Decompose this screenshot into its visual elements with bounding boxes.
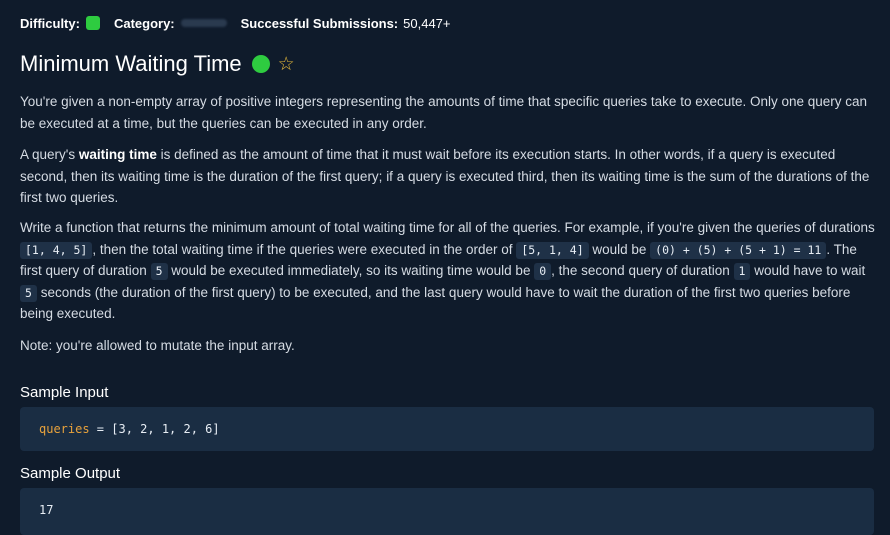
sample-output-value: 17 xyxy=(39,503,54,517)
question-title: Minimum Waiting Time xyxy=(20,51,242,76)
inline-code: 0 xyxy=(534,263,552,280)
text-segment: seconds (the duration of the first query… xyxy=(20,284,851,322)
difficulty-label: Difficulty: xyxy=(20,15,80,31)
submissions-label: Successful Submissions: xyxy=(240,15,399,31)
text-segment: would be executed immediately, so its wa… xyxy=(167,263,535,278)
text-segment: would have to wait xyxy=(750,263,866,278)
text-segment: , then the total waiting time if the que… xyxy=(92,241,517,257)
inline-code: 5 xyxy=(20,284,37,302)
sample-input-value: = [3, 2, 1, 2, 6] xyxy=(89,422,220,436)
waiting-time-term: waiting time xyxy=(78,147,157,162)
sample-input-line: queries = [3, 2, 1, 2, 6] xyxy=(39,422,220,436)
question-panel: Difficulty: Category: Successful Submiss… xyxy=(0,0,890,535)
difficulty-indicator xyxy=(85,16,100,30)
sample-input-variable: queries xyxy=(39,422,90,436)
prompt-note: Note: you're allowed to mutate the input… xyxy=(20,338,295,353)
prompt-paragraph-2: A query's waiting time is defined as the… xyxy=(20,144,876,209)
inline-code: 5 xyxy=(150,263,168,280)
text-segment: A query's xyxy=(20,147,79,162)
star-outline-icon[interactable]: ☆ xyxy=(278,55,295,74)
prompt-paragraph-1: You're given a non-empty array of positi… xyxy=(20,94,868,131)
category-label: Category: xyxy=(113,15,175,31)
inline-code: [1, 4, 5] xyxy=(20,241,93,259)
text-segment: , the second query of duration xyxy=(551,263,734,278)
inline-code: [5, 1, 4] xyxy=(516,241,589,259)
sample-output-title: Sample Output xyxy=(20,465,121,482)
text-segment: would be xyxy=(588,241,651,257)
category-value-redacted xyxy=(180,19,227,27)
submissions-count: 50,447+ xyxy=(403,15,451,31)
sample-output-code-block: 17 xyxy=(20,488,874,535)
prompt-paragraph-3: Write a function that returns the minimu… xyxy=(20,217,876,325)
sample-input-title: Sample Input xyxy=(20,384,109,401)
inline-code: 1 xyxy=(733,263,751,280)
sample-input-code-block: queries = [3, 2, 1, 2, 6] xyxy=(20,407,874,451)
inline-code: (0) + (5) + (5 + 1) = 11 xyxy=(650,241,827,259)
completed-status-icon xyxy=(251,55,270,73)
question-title-row: Minimum Waiting Time ☆ xyxy=(20,51,295,77)
text-segment: Write a function that returns the minimu… xyxy=(20,220,875,235)
question-meta-bar: Difficulty: Category: Successful Submiss… xyxy=(20,14,451,32)
